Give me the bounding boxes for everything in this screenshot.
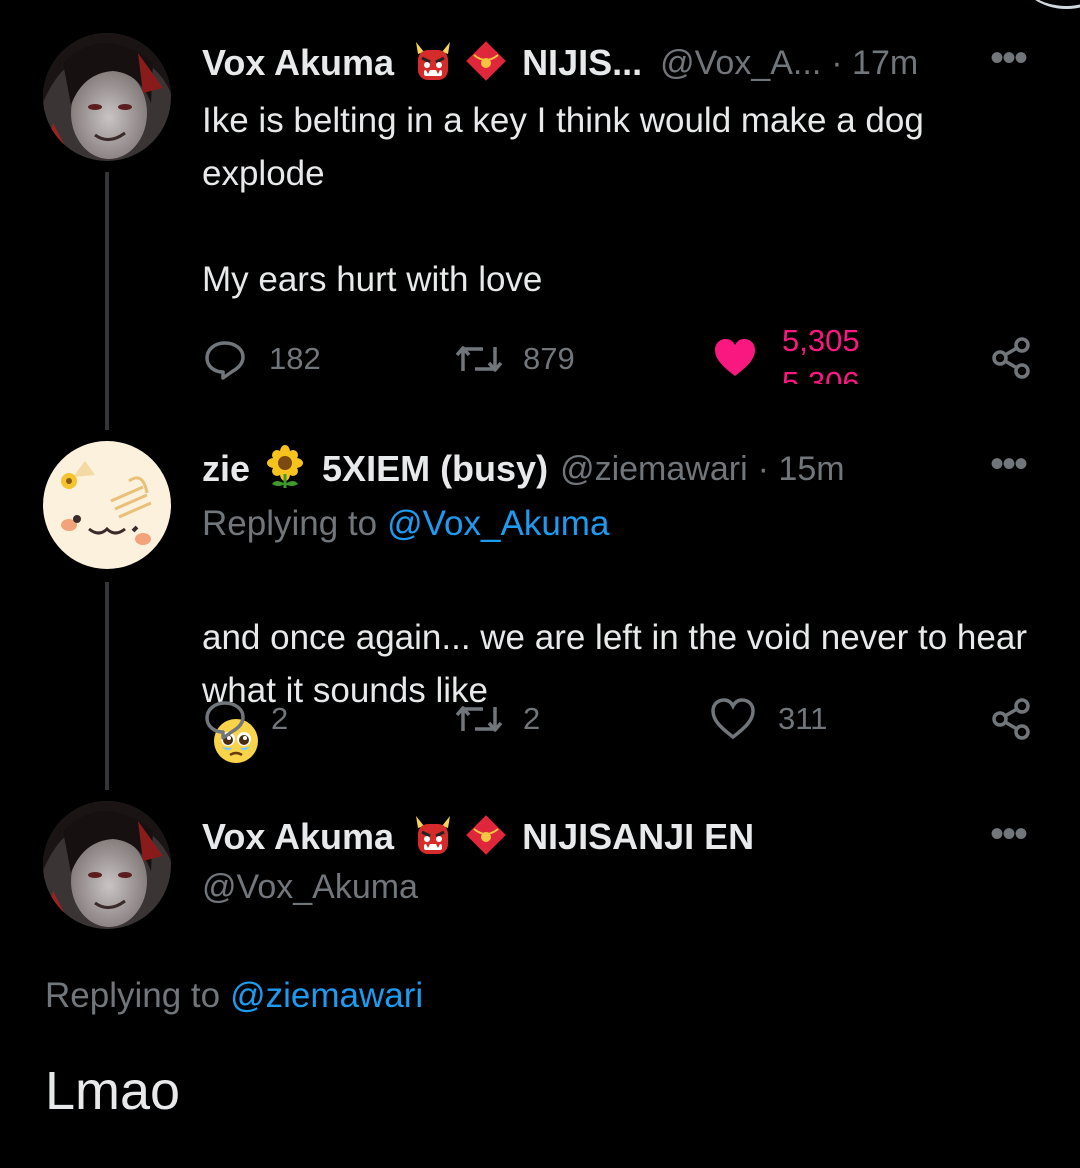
tweet1-handle[interactable]: @Vox_A... xyxy=(660,44,821,83)
like-count: 5,305 xyxy=(782,323,860,358)
tweet1-header: Vox Akuma NIJIS... @Vox_A... · 17m xyxy=(202,40,918,86)
tweet3-header: Vox Akuma NIJISANJI EN xyxy=(202,814,754,860)
tweet2-body: and once again... we are left in the voi… xyxy=(202,618,1027,710)
share-button[interactable] xyxy=(990,336,1034,385)
more-options-icon[interactable]: ••• xyxy=(990,36,1028,81)
tweet2-replying-line: Replying to @Vox_Akuma xyxy=(202,504,609,544)
like-button[interactable] xyxy=(712,336,758,380)
retweet-count: 2 xyxy=(523,701,541,736)
share-icon xyxy=(992,337,1030,379)
retweet-button[interactable]: 2 xyxy=(453,697,540,741)
like-count-next: 5,306 xyxy=(782,365,860,384)
retweet-count: 879 xyxy=(523,341,575,376)
tweet3-handle[interactable]: @Vox_Akuma xyxy=(202,868,418,907)
reply-button[interactable]: 182 xyxy=(203,337,321,381)
tweet2-affiliation: 5XIEM (busy) xyxy=(322,448,549,489)
red-envelope-icon xyxy=(462,811,510,864)
tweet3-replying-line: Replying to @ziemawari xyxy=(45,976,423,1016)
tweet3-body: Lmao xyxy=(45,1061,181,1121)
oni-mask-icon xyxy=(410,38,456,89)
like-count: 311 xyxy=(778,701,828,736)
reply-button[interactable]: 2 xyxy=(203,697,288,741)
like-button[interactable]: 311 xyxy=(710,697,827,741)
tweet2-header: zie 5XIEM (busy) @ziemawari · 15m xyxy=(202,444,845,495)
tweet1-affiliation: NIJIS... xyxy=(522,42,643,83)
replying-to-label: Replying to xyxy=(202,504,378,543)
share-button[interactable] xyxy=(990,697,1034,746)
vox-avatar[interactable] xyxy=(43,801,171,929)
replying-to-label: Replying to xyxy=(45,976,221,1015)
tweet2-body-wrap: and once again... we are left in the voi… xyxy=(202,558,1032,770)
reply-count: 2 xyxy=(271,701,289,736)
heart-filled-icon xyxy=(715,339,755,376)
tweet1-author-name[interactable]: Vox Akuma xyxy=(202,42,394,84)
corner-fragment xyxy=(1020,0,1080,9)
thread-line xyxy=(105,172,109,430)
tweet3-author-name[interactable]: Vox Akuma xyxy=(202,816,394,858)
share-icon xyxy=(992,698,1030,740)
zie-avatar[interactable] xyxy=(43,441,171,569)
thread-line xyxy=(105,582,109,790)
vox-avatar[interactable] xyxy=(43,33,171,161)
reply-count: 182 xyxy=(269,341,321,376)
sunflower-icon xyxy=(262,444,308,495)
red-envelope-icon xyxy=(462,37,510,90)
tweet3-affiliation: NIJISANJI EN xyxy=(522,816,755,857)
tweet1-body: Ike is belting in a key I think would ma… xyxy=(202,101,924,299)
heart-outline-icon xyxy=(711,698,755,740)
tweet1-timestamp[interactable]: · 17m xyxy=(831,44,918,83)
replying-to-handle[interactable]: @Vox_Akuma xyxy=(387,504,609,544)
reply-icon xyxy=(205,341,245,380)
like-count-clip: 5,305 5,306 xyxy=(782,320,882,384)
replying-to-handle[interactable]: @ziemawari xyxy=(230,976,423,1016)
more-options-icon[interactable]: ••• xyxy=(990,812,1028,857)
retweet-icon xyxy=(455,706,503,732)
oni-mask-icon xyxy=(410,812,456,863)
more-options-icon[interactable]: ••• xyxy=(990,442,1028,487)
reply-icon xyxy=(205,701,245,740)
tweet2-handle[interactable]: @ziemawari xyxy=(560,450,748,489)
retweet-icon xyxy=(455,346,503,372)
tweet2-timestamp[interactable]: · 15m xyxy=(758,450,845,489)
retweet-button[interactable]: 879 xyxy=(453,337,575,381)
tweet2-author-name[interactable]: zie xyxy=(202,448,250,490)
